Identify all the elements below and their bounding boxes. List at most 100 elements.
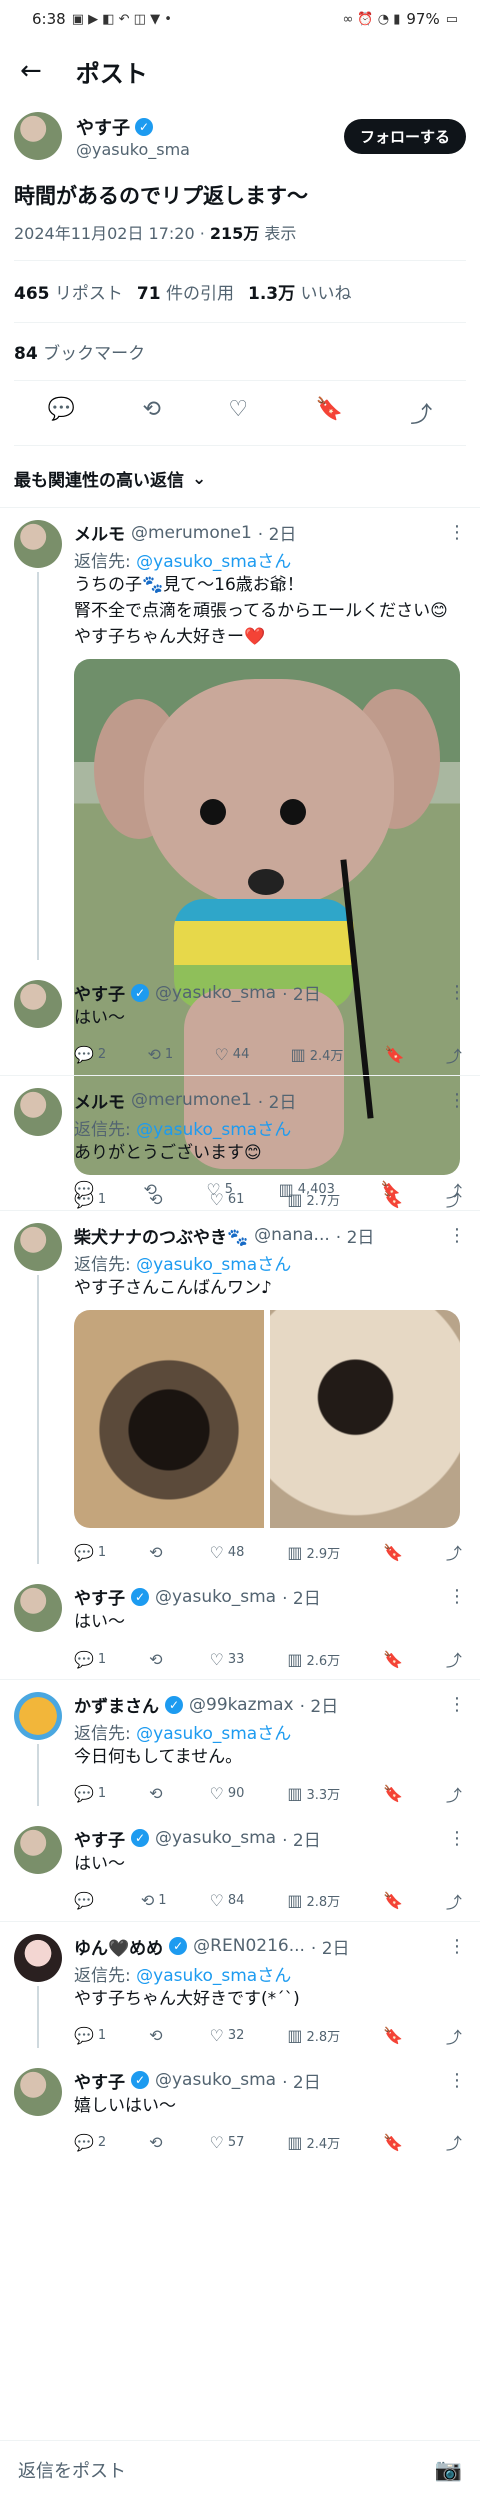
reply-name[interactable]: やす子 bbox=[74, 2068, 125, 2093]
reply-item[interactable]: やす子 ✓ @yasuko_sma · 2日 ⋮ 嬉しいはい〜 💬 2 ⟲ ♡ 57… bbox=[0, 2056, 480, 2163]
bookmark-action[interactable]: 🔖 bbox=[380, 1178, 400, 1202]
reply-item[interactable]: ゆん🖤めめ ✓ @REN0216... · 2日 ⋮ 返信先: @yasuko_… bbox=[0, 1922, 480, 2056]
avatar[interactable] bbox=[14, 1222, 62, 1271]
reply-item[interactable]: 柴犬ナナのつぶやき🐾 @nana... · 2日 ⋮ 返信先: @yasuko_… bbox=[0, 1211, 480, 1573]
quotes-stat[interactable]: 71 件の引用 bbox=[137, 279, 234, 304]
more-options-icon[interactable]: ⋮ bbox=[448, 1694, 466, 1715]
repost-action[interactable]: ⟲ bbox=[143, 1178, 160, 1202]
repost-action[interactable]: ⟲ bbox=[149, 1647, 166, 1671]
bookmark-action[interactable]: 🔖 bbox=[383, 2130, 403, 2154]
reply-action[interactable]: 💬 1 bbox=[74, 2024, 106, 2048]
like-icon[interactable]: ♡ bbox=[228, 397, 248, 429]
bookmark-action[interactable]: 🔖 bbox=[383, 1647, 403, 1671]
like-action[interactable]: ♡ 32 bbox=[209, 2024, 244, 2048]
bookmark-icon[interactable]: 🔖 bbox=[315, 397, 342, 429]
camera-icon[interactable]: 📷 bbox=[435, 2458, 462, 2483]
bookmarks-stat[interactable]: 84 ブックマーク bbox=[14, 323, 466, 381]
repost-action[interactable]: ⟲ 1 bbox=[141, 1889, 167, 1913]
bookmark-action[interactable]: 🔖 bbox=[383, 1782, 403, 1806]
views-action[interactable]: ▥ 2.8万 bbox=[287, 2024, 340, 2048]
repost-icon[interactable]: ⟲ bbox=[142, 397, 160, 429]
reply-action[interactable]: 💬 1 bbox=[74, 1540, 106, 1564]
bookmark-action[interactable]: 🔖 bbox=[383, 2024, 403, 2048]
reply-to-mention[interactable]: @yasuko_smaさん bbox=[136, 1120, 291, 1140]
like-action[interactable]: ♡ 90 bbox=[209, 1782, 244, 1806]
dog-nose-photo[interactable] bbox=[270, 1310, 460, 1529]
views-action[interactable]: ▥ 3.3万 bbox=[287, 1782, 340, 1806]
more-options-icon[interactable]: ⋮ bbox=[448, 982, 466, 1003]
like-action[interactable]: ♡ 48 bbox=[209, 1540, 244, 1564]
views-action[interactable]: ▥ 2.8万 bbox=[287, 1889, 340, 1913]
reply-action[interactable]: 💬 2 bbox=[74, 1043, 106, 1067]
sort-selector[interactable]: 最も関連性の高い返信 ⌄ bbox=[0, 446, 480, 508]
more-options-icon[interactable]: ⋮ bbox=[448, 1225, 466, 1246]
likes-stat[interactable]: 1.3万 いいね bbox=[248, 279, 352, 304]
reply-name[interactable]: 柴犬ナナのつぶやき🐾 bbox=[74, 1223, 248, 1248]
avatar[interactable] bbox=[14, 1692, 62, 1741]
author-name[interactable]: やす子 bbox=[76, 114, 130, 140]
share-action[interactable]: ⤴ bbox=[446, 1540, 462, 1564]
bookmark-action[interactable]: 🔖 bbox=[383, 1540, 403, 1564]
like-action[interactable]: ♡ 33 bbox=[209, 1647, 244, 1671]
reply-item[interactable]: メルモ @merumone1 · 2日 ⋮ 返信先: @yasuko_smaさん… bbox=[0, 1076, 480, 1211]
repost-action[interactable]: ⟲ bbox=[149, 1540, 166, 1564]
reply-action[interactable]: 💬 bbox=[74, 1178, 98, 1202]
views-action[interactable]: ▥ 2.6万 bbox=[287, 1647, 340, 1671]
reply-action[interactable]: 💬 2 bbox=[74, 2130, 106, 2154]
avatar[interactable] bbox=[14, 112, 62, 160]
repost-action[interactable]: ⟲ bbox=[149, 1782, 166, 1806]
like-action[interactable]: ♡ 44 bbox=[214, 1043, 249, 1067]
views-action[interactable]: ▥ 2.4万 bbox=[291, 1043, 344, 1067]
share-action[interactable]: ⤴ bbox=[446, 1647, 462, 1671]
more-options-icon[interactable]: ⋮ bbox=[448, 1586, 466, 1607]
more-options-icon[interactable]: ⋮ bbox=[448, 1828, 466, 1849]
reposts-stat[interactable]: 465 リポスト bbox=[14, 279, 123, 304]
avatar[interactable] bbox=[14, 520, 62, 568]
avatar[interactable] bbox=[14, 1825, 62, 1874]
reply-action[interactable]: 💬 1 bbox=[74, 1782, 106, 1806]
reply-name[interactable]: やす子 bbox=[74, 980, 125, 1005]
like-action[interactable]: ♡ 57 bbox=[209, 2130, 244, 2154]
share-action[interactable]: ⤴ bbox=[446, 1178, 462, 1202]
reply-to-mention[interactable]: @yasuko_smaさん bbox=[136, 1255, 291, 1275]
share-action[interactable]: ⤴ bbox=[446, 1043, 462, 1067]
reply-composer[interactable]: 返信をポスト 📷 bbox=[0, 2440, 480, 2499]
back-arrow-icon[interactable]: ← bbox=[20, 58, 42, 84]
bookmark-action[interactable]: 🔖 bbox=[385, 1043, 405, 1067]
share-icon[interactable]: ⤴ bbox=[410, 397, 432, 429]
reply-name[interactable]: メルモ bbox=[74, 1088, 125, 1113]
reply-name[interactable]: かずまさん bbox=[74, 1692, 159, 1717]
reply-item[interactable]: かずまさん ✓ @99kazmax · 2日 ⋮ 返信先: @yasuko_sm… bbox=[0, 1680, 480, 1814]
share-action[interactable]: ⤴ bbox=[446, 1889, 462, 1913]
reply-icon[interactable]: 💬 bbox=[48, 397, 75, 429]
like-action[interactable]: ♡ 5 bbox=[206, 1178, 233, 1202]
like-action[interactable]: ♡ 84 bbox=[209, 1889, 244, 1913]
repost-action[interactable]: ⟲ 1 bbox=[147, 1043, 173, 1067]
more-options-icon[interactable]: ⋮ bbox=[448, 522, 466, 543]
avatar[interactable] bbox=[14, 1584, 62, 1633]
avatar[interactable] bbox=[14, 980, 62, 1028]
reply-item[interactable]: やす子 ✓ @yasuko_sma · 2日 ⋮ はい〜 💬 2 ⟲ 1 ♡ 44 ▥… bbox=[0, 968, 480, 1076]
reply-to-mention[interactable]: @yasuko_smaさん bbox=[136, 1966, 291, 1986]
avatar[interactable] bbox=[14, 1087, 62, 1136]
reply-item[interactable]: メルモ @merumone1 · 2日 ⋮ 返信先: @yasuko_smaさん… bbox=[0, 508, 480, 1210]
reply-item[interactable]: やす子 ✓ @yasuko_sma · 2日 ⋮ はい〜 💬 1 ⟲ ♡ 33 ▥ 2… bbox=[0, 1572, 480, 1681]
share-action[interactable]: ⤴ bbox=[446, 1782, 462, 1806]
reply-to-mention[interactable]: @yasuko_smaさん bbox=[136, 552, 291, 572]
views-action[interactable]: ▥ 2.9万 bbox=[287, 1540, 340, 1564]
views-action[interactable]: ▥ 2.4万 bbox=[287, 2130, 340, 2154]
reply-to-mention[interactable]: @yasuko_smaさん bbox=[136, 1724, 291, 1744]
follow-button[interactable]: フォローする bbox=[343, 118, 466, 154]
share-action[interactable]: ⤴ bbox=[446, 2024, 462, 2048]
bookmark-action[interactable]: 🔖 bbox=[383, 1889, 403, 1913]
share-action[interactable]: ⤴ bbox=[446, 2130, 462, 2154]
more-options-icon[interactable]: ⋮ bbox=[448, 1090, 466, 1111]
views-action[interactable]: ▥ 4,403 bbox=[279, 1178, 335, 1202]
repost-action[interactable]: ⟲ bbox=[149, 2130, 166, 2154]
reply-name[interactable]: メルモ bbox=[74, 520, 125, 545]
more-options-icon[interactable]: ⋮ bbox=[448, 2070, 466, 2091]
dog-nose-photo[interactable] bbox=[74, 1310, 264, 1529]
repost-action[interactable]: ⟲ bbox=[149, 2024, 166, 2048]
reply-name[interactable]: ゆん🖤めめ bbox=[74, 1934, 163, 1959]
reply-item[interactable]: やす子 ✓ @yasuko_sma · 2日 ⋮ はい〜 💬 ⟲ 1 ♡ 84 ▥ 2… bbox=[0, 1814, 480, 1922]
